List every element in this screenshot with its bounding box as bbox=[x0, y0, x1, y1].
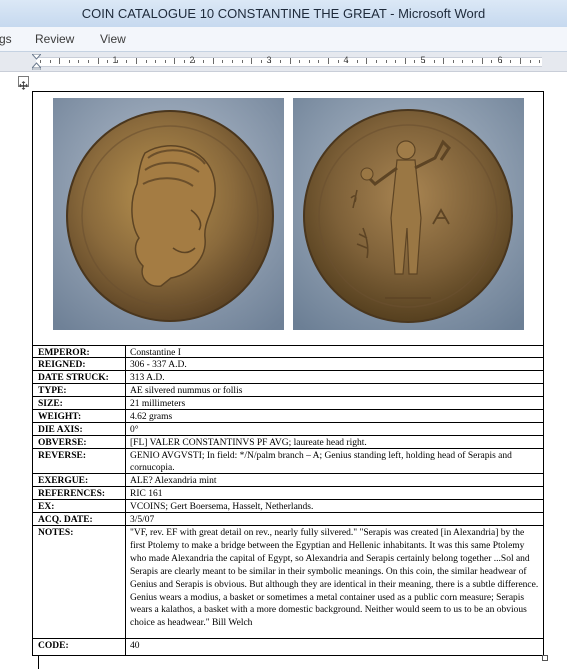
ruler-number: 1 bbox=[112, 55, 118, 65]
row-value[interactable]: 40 bbox=[130, 640, 540, 652]
table-row: REFERENCES: RIC 161 bbox=[33, 486, 543, 499]
ruler-tick bbox=[452, 60, 454, 63]
ruler-tick bbox=[491, 60, 493, 63]
ruler-tick bbox=[308, 60, 310, 63]
ruler-tick bbox=[203, 60, 205, 63]
ruler-tick bbox=[356, 60, 358, 63]
ruler-tick bbox=[136, 58, 137, 64]
ruler-tick bbox=[414, 60, 416, 63]
ruler-tick bbox=[385, 60, 387, 63]
ruler-tick bbox=[107, 60, 109, 63]
ruler-tick bbox=[212, 58, 214, 64]
ruler-tick bbox=[433, 60, 435, 63]
table-row: REIGNED: 306 - 337 A.D. bbox=[33, 357, 543, 370]
window-title: COIN CATALOGUE 10 CONSTANTINE THE GREAT … bbox=[81, 6, 486, 21]
row-label: NOTES: bbox=[38, 528, 74, 538]
ruler-tick bbox=[59, 58, 61, 64]
ruler-tick bbox=[280, 60, 281, 63]
ruler-tick bbox=[443, 58, 445, 64]
ruler-tick bbox=[251, 58, 253, 64]
ruler-tick bbox=[462, 60, 464, 63]
table-row: SIZE: 21 millimeters bbox=[33, 396, 543, 409]
horizontal-ruler[interactable]: 1 2 3 4 5 6 bbox=[0, 52, 567, 72]
table-row: EXERGUE: ALE? Alexandria mint bbox=[33, 473, 543, 486]
document-page[interactable]: EMPEROR: Constantine I REIGNED: 306 - 337 A… bbox=[0, 72, 567, 670]
ribbon-tab-settings-partial[interactable]: gs bbox=[0, 31, 12, 47]
row-value[interactable]: "VF, rev. EF with great detail on rev., … bbox=[130, 527, 540, 630]
ruler-tick bbox=[222, 60, 224, 63]
title-bar: COIN CATALOGUE 10 CONSTANTINE THE GREAT … bbox=[0, 0, 567, 27]
table-row: ACQ. DATE: 3/5/07 bbox=[33, 512, 543, 525]
ruler-number: 3 bbox=[266, 55, 272, 65]
table-resize-handle-icon[interactable] bbox=[542, 655, 548, 661]
row-value[interactable]: GENIO AVGVSTI; In field: */N/palm branch… bbox=[130, 450, 540, 474]
ruler-tick bbox=[328, 58, 329, 64]
table-row: EX: VCOINS; Gert Boersema, Hasselt, Nethe… bbox=[33, 499, 543, 512]
ruler-tick bbox=[520, 58, 521, 64]
row-label: CODE: bbox=[38, 641, 69, 651]
ruler-tick bbox=[366, 58, 368, 64]
ruler-tick bbox=[529, 60, 531, 63]
ruler-tick bbox=[318, 60, 320, 63]
ruler-tick bbox=[49, 60, 51, 63]
ruler-tick bbox=[337, 60, 339, 63]
ruler-tick bbox=[395, 60, 397, 63]
ruler-tick bbox=[164, 60, 166, 63]
ruler-tick bbox=[539, 60, 541, 63]
ruler-tick bbox=[145, 60, 147, 63]
table-row: DATE STRUCK: 313 A.D. bbox=[33, 370, 543, 383]
ribbon-tab-view[interactable]: View bbox=[100, 31, 126, 47]
ruler-tick bbox=[68, 60, 70, 63]
table-row: NOTES: "VF, rev. EF with great detail on … bbox=[33, 525, 543, 638]
ruler-tick bbox=[241, 60, 243, 63]
table-row: EMPEROR: Constantine I bbox=[33, 345, 543, 358]
coin-catalogue-table: EMPEROR: Constantine I REIGNED: 306 - 337 A… bbox=[32, 91, 544, 656]
table-row: CODE: 40 bbox=[33, 638, 543, 656]
ruler-tick bbox=[376, 60, 377, 63]
ruler-number: 4 bbox=[343, 55, 349, 65]
ruler-number: 5 bbox=[420, 55, 426, 65]
ruler-tick bbox=[78, 60, 80, 63]
table-row: REVERSE: GENIO AVGVSTI; In field: */N/pal… bbox=[33, 448, 543, 473]
ruler-tick bbox=[299, 60, 301, 63]
text-cursor bbox=[38, 656, 39, 669]
table-row: DIE AXIS: 0° bbox=[33, 422, 543, 435]
ruler-tick bbox=[289, 58, 291, 64]
ruler-tick bbox=[472, 60, 473, 63]
table-move-handle-icon[interactable] bbox=[18, 76, 29, 90]
ribbon-tabs: gs Review View bbox=[0, 27, 567, 52]
ruler-tick bbox=[404, 58, 406, 64]
ruler-number: 2 bbox=[189, 55, 195, 65]
ruler-tick bbox=[232, 60, 233, 63]
ruler-tick bbox=[174, 58, 176, 64]
table-row: OBVERSE: [FL] VALER CONSTANTINVS PF AVG; … bbox=[33, 435, 543, 448]
ruler-tick bbox=[510, 60, 512, 63]
row-label: REVERSE: bbox=[38, 451, 87, 461]
coin-photos-cell bbox=[33, 92, 543, 345]
ruler-tick bbox=[126, 60, 128, 63]
table-row: WEIGHT: 4.62 grams bbox=[33, 409, 543, 422]
ruler-number: 6 bbox=[497, 55, 503, 65]
obverse-coin-photo bbox=[53, 98, 284, 330]
table-row: TYPE: AE silvered nummus or follis bbox=[33, 383, 543, 396]
ruler-tick bbox=[184, 60, 185, 63]
ruler-tick bbox=[481, 58, 483, 64]
ruler-tick bbox=[88, 60, 89, 63]
reverse-coin-photo bbox=[293, 98, 524, 330]
ruler-tick bbox=[97, 58, 99, 64]
ruler-tick bbox=[155, 60, 157, 63]
ribbon-tab-review[interactable]: Review bbox=[35, 31, 74, 47]
indent-marker-icon[interactable] bbox=[32, 54, 41, 70]
ruler-tick bbox=[260, 60, 262, 63]
